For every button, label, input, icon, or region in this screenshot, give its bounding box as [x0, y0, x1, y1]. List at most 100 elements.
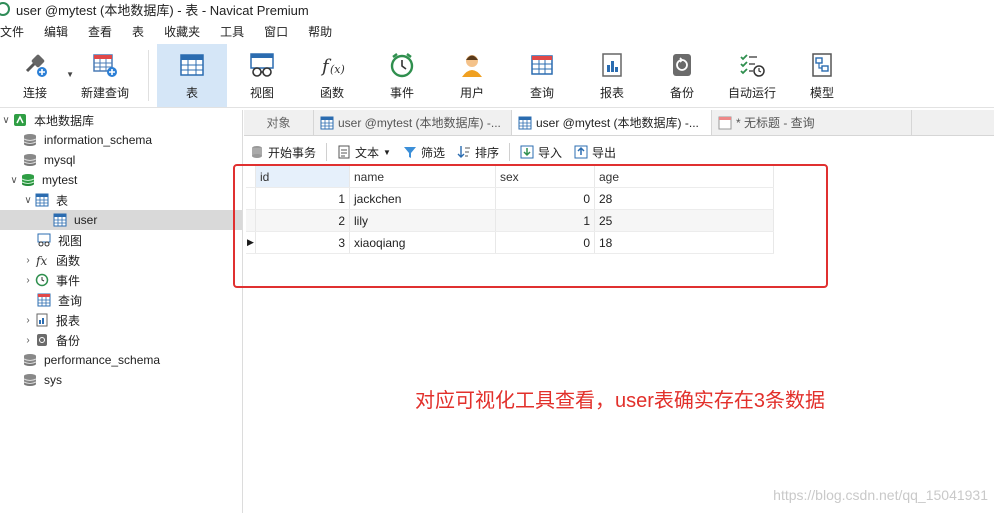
report-button[interactable]: 报表 — [577, 44, 647, 107]
filter-label: 筛选 — [420, 145, 445, 160]
chevron-right-icon[interactable]: › — [22, 315, 34, 326]
cell-age[interactable]: 18 — [595, 232, 774, 253]
current-row-indicator[interactable]: ▶ — [246, 232, 256, 253]
chevron-right-icon[interactable]: › — [22, 255, 34, 266]
new-query-button[interactable]: 新建查询 — [70, 44, 140, 107]
model-button[interactable]: 模型 — [787, 44, 857, 107]
cell-sex[interactable]: 1 — [496, 210, 595, 231]
import-label: 导入 — [537, 145, 562, 160]
tree-connection-local[interactable]: ∨ 本地数据库 — [0, 110, 242, 130]
function-label: 函数 — [319, 86, 344, 100]
text-label: 文本 — [355, 145, 380, 160]
cell-name[interactable]: lily — [350, 210, 496, 231]
cell-name[interactable]: jackchen — [350, 188, 496, 209]
column-header-sex[interactable]: sex — [496, 166, 595, 187]
table-button[interactable]: 表 — [157, 44, 227, 107]
window-title: user @mytest (本地数据库) - 表 - Navicat Premi… — [16, 2, 309, 18]
navicat-app-icon — [0, 2, 10, 16]
database-icon — [22, 152, 38, 168]
tab-user-table-2[interactable]: user @mytest (本地数据库) -... — [512, 110, 712, 135]
column-header-age[interactable]: age — [595, 166, 774, 187]
tree-label: user — [74, 213, 98, 227]
tree-group-events[interactable]: › 事件 — [0, 270, 242, 290]
tree-group-tables[interactable]: ∨ 表 — [0, 190, 242, 210]
user-icon — [457, 50, 487, 80]
chevron-down-icon[interactable]: ∨ — [22, 195, 34, 206]
report-icon — [34, 312, 50, 328]
cell-sex[interactable]: 0 — [496, 188, 595, 209]
query-icon — [718, 116, 732, 130]
query-button[interactable]: 查询 — [507, 44, 577, 107]
view-label: 视图 — [249, 86, 274, 100]
tree-db-mytest[interactable]: ∨ mytest — [0, 170, 242, 190]
menu-favorites[interactable]: 收藏夹 — [154, 23, 210, 40]
automation-icon — [737, 50, 767, 80]
transaction-icon — [250, 145, 264, 159]
menu-edit[interactable]: 编辑 — [34, 23, 78, 40]
menu-help[interactable]: 帮助 — [298, 23, 342, 40]
begin-transaction-button[interactable]: 开始事务 — [244, 144, 322, 161]
tree-group-backups[interactable]: › 备份 — [0, 330, 242, 350]
cell-id[interactable]: 3 — [256, 232, 350, 253]
connect-button[interactable]: 连接 ▼ — [0, 44, 74, 107]
chevron-right-icon[interactable]: › — [22, 275, 34, 286]
export-label: 导出 — [592, 145, 617, 160]
menu-file[interactable]: 文件 — [0, 23, 34, 40]
cell-id[interactable]: 1 — [256, 188, 350, 209]
tree-db-information-schema[interactable]: information_schema — [0, 130, 242, 150]
backup-icon — [34, 332, 50, 348]
tree-group-functions[interactable]: › fx 函数 — [0, 250, 242, 270]
menu-window[interactable]: 窗口 — [254, 23, 298, 40]
tab-label: * 无标题 - 查询 — [736, 116, 815, 130]
event-button[interactable]: 事件 — [367, 44, 437, 107]
tree-db-performance-schema[interactable]: performance_schema — [0, 350, 242, 370]
tree-group-queries[interactable]: 查询 — [0, 290, 242, 310]
menu-table[interactable]: 表 — [122, 23, 154, 40]
cell-id[interactable]: 2 — [256, 210, 350, 231]
cell-name[interactable]: xiaoqiang — [350, 232, 496, 253]
watermark: https://blog.csdn.net/qq_15041931 — [773, 487, 988, 503]
chevron-down-icon[interactable]: ∨ — [0, 115, 12, 126]
cell-age[interactable]: 28 — [595, 188, 774, 209]
view-button[interactable]: 视图 — [227, 44, 297, 107]
tree-table-user[interactable]: user — [0, 210, 242, 230]
tree-label: information_schema — [44, 133, 153, 147]
row-indicator[interactable] — [246, 188, 256, 209]
table-row[interactable]: 1 jackchen 0 28 — [246, 188, 774, 210]
tab-untitled-query[interactable]: * 无标题 - 查询 — [712, 110, 912, 135]
import-button[interactable]: 导入 — [514, 144, 568, 161]
caret-down-icon: ▼ — [383, 147, 391, 157]
table-row[interactable]: ▶ 3 xiaoqiang 0 18 — [246, 232, 774, 254]
table-row[interactable]: 2 lily 1 25 — [246, 210, 774, 232]
cell-sex[interactable]: 0 — [496, 232, 595, 253]
tab-user-table-1[interactable]: user @mytest (本地数据库) -... — [314, 110, 512, 135]
export-button[interactable]: 导出 — [568, 144, 622, 161]
text-button[interactable]: 文本 ▼ — [331, 144, 397, 161]
tree-db-sys[interactable]: sys — [0, 370, 242, 390]
tree-group-reports[interactable]: › 报表 — [0, 310, 242, 330]
cell-age[interactable]: 25 — [595, 210, 774, 231]
sort-button[interactable]: 排序 — [451, 144, 505, 161]
automation-button[interactable]: 自动运行 — [717, 44, 787, 107]
alarm-clock-icon — [34, 272, 50, 288]
chevron-down-icon[interactable]: ∨ — [8, 175, 20, 186]
row-indicator[interactable] — [246, 210, 256, 231]
user-button[interactable]: 用户 — [437, 44, 507, 107]
filter-button[interactable]: 筛选 — [397, 144, 451, 161]
column-header-id[interactable]: id — [256, 166, 350, 187]
column-header-name[interactable]: name — [350, 166, 496, 187]
menu-tools[interactable]: 工具 — [210, 23, 254, 40]
tree-label: sys — [44, 373, 62, 387]
backup-button[interactable]: 备份 — [647, 44, 717, 107]
menu-view[interactable]: 查看 — [78, 23, 122, 40]
chevron-right-icon[interactable]: › — [22, 335, 34, 346]
svg-text:fx: fx — [35, 254, 47, 267]
tree-group-views[interactable]: 视图 — [0, 230, 242, 250]
table-icon — [52, 212, 68, 228]
automation-label: 自动运行 — [727, 86, 776, 100]
tab-objects[interactable]: 对象 — [244, 110, 314, 135]
function-button[interactable]: f (x) 函数 — [297, 44, 367, 107]
tree-db-mysql[interactable]: mysql — [0, 150, 242, 170]
function-icon: fx — [34, 252, 50, 268]
table-icon — [518, 116, 532, 130]
